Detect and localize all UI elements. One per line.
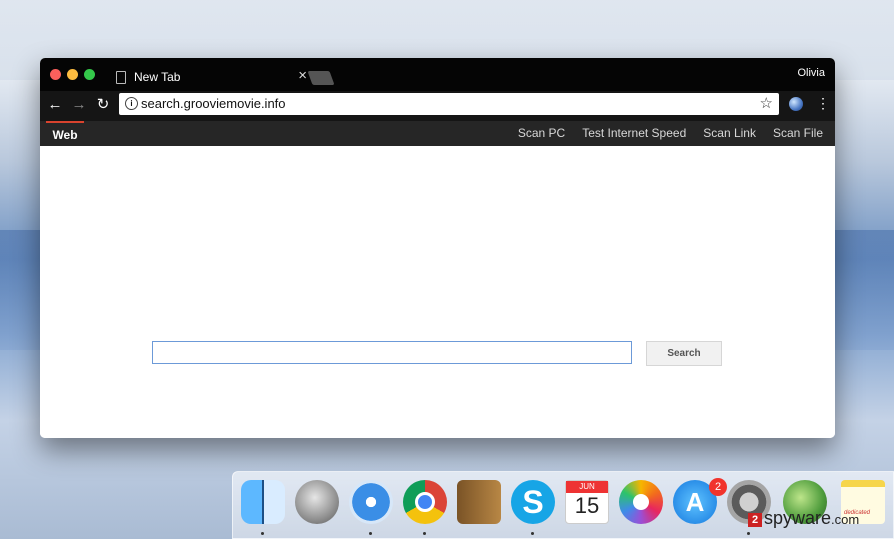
page-content: Search: [40, 146, 835, 438]
tab-strip: New Tab × Olivia: [40, 58, 835, 91]
calendar-month: JUN: [566, 481, 608, 493]
tab-title: New Tab: [134, 70, 181, 84]
tab-close-icon[interactable]: ×: [298, 67, 307, 84]
reload-icon[interactable]: ↻: [94, 95, 112, 115]
extension-globe-icon[interactable]: [789, 97, 803, 111]
profile-name[interactable]: Olivia: [797, 67, 825, 79]
info-icon[interactable]: i: [125, 97, 138, 110]
running-indicator: [747, 532, 750, 535]
calendar-day: 15: [574, 493, 600, 518]
app-store-badge: 2: [709, 478, 727, 496]
close-window-button[interactable]: [50, 69, 61, 80]
finder-icon[interactable]: [241, 480, 285, 524]
running-indicator: [531, 532, 534, 535]
page-icon: [116, 71, 126, 84]
watermark-text: spyware: [764, 508, 832, 528]
skype-icon[interactable]: S: [511, 480, 555, 524]
nav-scan-link[interactable]: Scan Link: [703, 121, 756, 146]
chrome-icon[interactable]: [403, 480, 447, 524]
watermark: 2 spyware.com: [748, 508, 859, 529]
browser-window: New Tab × Olivia ← → ↻ i search.grooviem…: [40, 58, 835, 438]
watermark-suffix: .com: [831, 512, 860, 527]
new-tab-button[interactable]: [307, 71, 335, 85]
watermark-mark: 2: [748, 513, 762, 527]
photos-icon[interactable]: [619, 480, 663, 524]
browser-toolbar: ← → ↻ i search.grooviemovie.info ☆ ⋮: [40, 91, 835, 121]
tab-new-tab[interactable]: New Tab ×: [102, 64, 307, 91]
running-indicator: [423, 532, 426, 535]
search-input[interactable]: [152, 341, 632, 364]
star-icon[interactable]: ☆: [760, 94, 773, 112]
minimize-window-button[interactable]: [67, 69, 78, 80]
safari-icon[interactable]: [349, 480, 393, 524]
back-arrow-icon[interactable]: ←: [46, 95, 64, 115]
nav-web[interactable]: Web: [46, 121, 84, 146]
running-indicator: [261, 532, 264, 535]
nav-scan-pc[interactable]: Scan PC: [518, 121, 565, 146]
zoom-window-button[interactable]: [84, 69, 95, 80]
nav-test-internet-speed[interactable]: Test Internet Speed: [582, 121, 686, 146]
running-indicator: [369, 532, 372, 535]
site-navigation-bar: Web Scan PC Test Internet Speed Scan Lin…: [40, 121, 835, 146]
menu-dots-icon[interactable]: ⋮: [816, 96, 830, 110]
site-links: Scan PC Test Internet Speed Scan Link Sc…: [518, 121, 823, 146]
calendar-icon[interactable]: JUN 15: [565, 480, 609, 524]
contacts-icon[interactable]: [457, 480, 501, 524]
launchpad-icon[interactable]: [295, 480, 339, 524]
url-text[interactable]: search.grooviemovie.info: [141, 96, 286, 111]
address-bar[interactable]: i search.grooviemovie.info ☆: [119, 93, 779, 115]
forward-arrow-icon[interactable]: →: [70, 95, 88, 115]
search-button[interactable]: Search: [646, 341, 722, 366]
nav-scan-file[interactable]: Scan File: [773, 121, 823, 146]
